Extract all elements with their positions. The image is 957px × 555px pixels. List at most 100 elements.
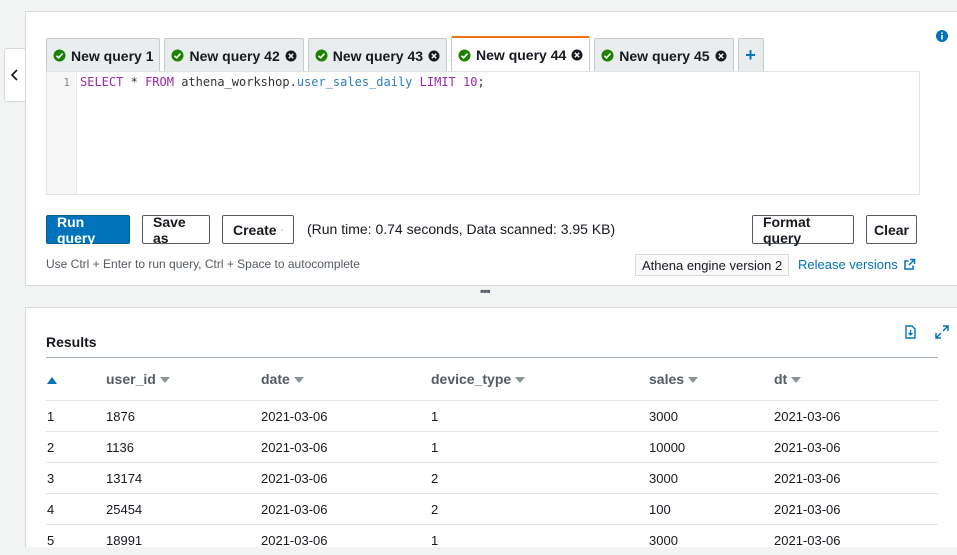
column-header-user-id[interactable]: user_id — [105, 358, 260, 401]
table-cell: 3000 — [648, 525, 773, 555]
success-check-icon — [171, 49, 184, 62]
tab-label: New query 1 — [71, 48, 153, 64]
add-tab-button[interactable]: + — [738, 38, 764, 72]
success-check-icon — [315, 49, 328, 62]
table-cell: 2021-03-06 — [773, 432, 938, 463]
column-header-dt[interactable]: dt — [773, 358, 938, 401]
info-icon[interactable] — [936, 29, 948, 47]
table-row: 1 1876 2021-03-06 1 3000 2021-03-06 — [46, 401, 938, 432]
sort-caret-icon — [160, 377, 170, 383]
table-cell: 1 — [430, 525, 648, 555]
close-tab-icon[interactable] — [285, 50, 297, 62]
clear-label: Clear — [874, 222, 909, 238]
column-header-label: user_id — [106, 371, 156, 387]
table-cell: 2 — [430, 463, 648, 494]
release-versions-link[interactable]: Release versions — [798, 257, 916, 272]
plus-icon: + — [745, 45, 756, 66]
sort-caret-icon — [791, 377, 801, 383]
table-cell: 1 — [430, 432, 648, 463]
column-header-device-type[interactable]: device_type — [430, 358, 648, 401]
table-cell: 2021-03-06 — [260, 463, 430, 494]
column-header-label: device_type — [431, 371, 511, 387]
table-row: 4 25454 2021-03-06 2 100 2021-03-06 — [46, 494, 938, 525]
sql-keyword-limit: LIMIT — [420, 75, 456, 89]
sort-caret-icon — [294, 377, 304, 383]
results-actions — [904, 325, 949, 339]
table-cell: 3 — [46, 463, 105, 494]
column-header-label: date — [261, 371, 290, 387]
table-cell: 2021-03-06 — [260, 401, 430, 432]
table-cell: 5 — [46, 525, 105, 555]
table-cell: 1136 — [105, 432, 260, 463]
sql-code[interactable]: SELECT * FROM athena_workshop.user_sales… — [80, 75, 485, 89]
table-cell: 3000 — [648, 401, 773, 432]
sql-limit-value: 10 — [463, 75, 477, 89]
sql-keyword-from: FROM — [145, 75, 174, 89]
table-cell: 25454 — [105, 494, 260, 525]
chevron-down-icon — [281, 227, 283, 233]
column-header-sales[interactable]: sales — [648, 358, 773, 401]
sql-database: athena_workshop — [181, 75, 289, 89]
results-table: user_id date device_type sales dt 1 1876… — [46, 357, 938, 555]
results-panel: Results user_id date device_type sales d… — [25, 307, 957, 547]
close-tab-icon[interactable] — [715, 50, 727, 62]
sql-star: * — [131, 75, 138, 89]
run-query-label: Run query — [57, 214, 119, 246]
format-query-label: Format query — [763, 214, 843, 246]
table-cell: 100 — [648, 494, 773, 525]
engine-version-badge: Athena engine version 2 — [635, 254, 789, 276]
table-row: 2 1136 2021-03-06 1 10000 2021-03-06 — [46, 432, 938, 463]
create-label: Create — [233, 222, 277, 238]
close-tab-icon[interactable] — [571, 49, 583, 61]
tab-label: New query 43 — [333, 48, 423, 64]
tab-new-query-44[interactable]: New query 44 — [451, 36, 590, 72]
table-cell: 3000 — [648, 463, 773, 494]
create-dropdown-button[interactable]: Create — [222, 215, 294, 244]
download-file-icon[interactable] — [904, 325, 917, 339]
tab-new-query-43[interactable]: New query 43 — [308, 38, 447, 72]
table-cell: 2021-03-06 — [773, 463, 938, 494]
expand-icon[interactable] — [935, 325, 949, 339]
table-cell: 10000 — [648, 432, 773, 463]
external-link-icon — [903, 258, 916, 271]
save-as-button[interactable]: Save as — [142, 215, 210, 244]
success-check-icon — [53, 49, 66, 62]
format-query-button[interactable]: Format query — [752, 215, 854, 244]
sql-dot: . — [290, 75, 297, 89]
table-cell: 2021-03-06 — [773, 494, 938, 525]
tab-label: New query 45 — [619, 48, 709, 64]
run-info: (Run time: 0.74 seconds, Data scanned: 3… — [307, 221, 615, 237]
sql-keyword-select: SELECT — [80, 75, 123, 89]
shortcut-hint: Use Ctrl + Enter to run query, Ctrl + Sp… — [46, 257, 360, 271]
tab-new-query-45[interactable]: New query 45 — [594, 38, 733, 72]
sql-table: user_sales_daily — [297, 75, 413, 89]
row-index-sort-header[interactable] — [46, 358, 105, 401]
table-row: 5 18991 2021-03-06 1 3000 2021-03-06 — [46, 525, 938, 555]
tab-new-query-1[interactable]: New query 1 — [46, 38, 160, 72]
column-header-date[interactable]: date — [260, 358, 430, 401]
table-cell: 2021-03-06 — [773, 401, 938, 432]
sql-editor[interactable]: 1 SELECT * FROM athena_workshop.user_sal… — [46, 71, 920, 195]
table-cell: 4 — [46, 494, 105, 525]
table-cell: 2021-03-06 — [260, 432, 430, 463]
collapse-sidebar-button[interactable] — [4, 48, 26, 102]
sort-caret-icon — [515, 377, 525, 383]
tab-label: New query 42 — [189, 48, 279, 64]
sql-semicolon: ; — [477, 75, 484, 89]
tab-new-query-42[interactable]: New query 42 — [164, 38, 303, 72]
column-header-label: dt — [774, 371, 787, 387]
release-versions-label: Release versions — [798, 257, 898, 272]
table-cell: 13174 — [105, 463, 260, 494]
line-gutter: 1 — [47, 72, 77, 194]
table-cell: 18991 — [105, 525, 260, 555]
chevron-left-icon — [11, 69, 19, 81]
success-check-icon — [458, 49, 471, 62]
close-tab-icon[interactable] — [428, 50, 440, 62]
table-cell: 2 — [46, 432, 105, 463]
clear-button[interactable]: Clear — [866, 215, 917, 244]
run-query-button[interactable]: Run query — [46, 215, 130, 244]
table-cell: 2021-03-06 — [260, 494, 430, 525]
query-tabs: New query 1 New query 42 New query 43 Ne… — [46, 36, 768, 72]
sort-caret-icon — [688, 377, 698, 383]
panel-resize-handle[interactable]: ▪▪▪ — [480, 284, 490, 298]
